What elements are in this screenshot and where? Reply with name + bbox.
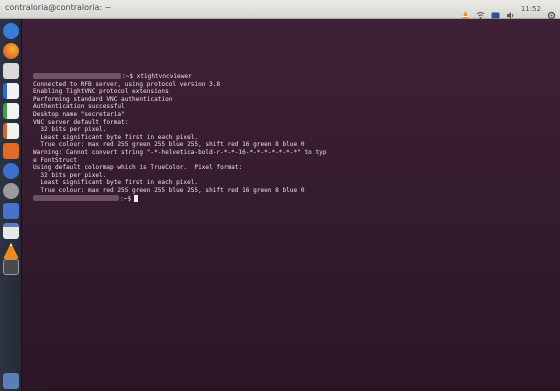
window-bottom-edge	[44, 387, 560, 391]
help-icon[interactable]	[3, 163, 19, 179]
output-line: e FontStruct	[33, 156, 78, 164]
output-line: Least significant byte first in each pix…	[33, 133, 199, 141]
keyboard-icon[interactable]	[491, 5, 500, 18]
output-line: Enabling TightVNC protocol extensions	[33, 88, 169, 96]
output-line: Desktop name "secretaria"	[33, 110, 125, 118]
text-editor-icon[interactable]	[3, 223, 19, 239]
redacted-prompt	[33, 73, 121, 79]
vlc-icon[interactable]	[461, 5, 470, 19]
output-line: Using default colormap which is TrueColo…	[33, 164, 243, 172]
calc-icon[interactable]	[3, 103, 19, 119]
command-line: :~$ xtightvncviewer	[122, 73, 192, 80]
firefox-icon[interactable]	[3, 43, 19, 59]
files-icon[interactable]	[3, 63, 19, 79]
text-cursor[interactable]	[134, 194, 139, 202]
launcher	[0, 19, 22, 391]
settings-icon[interactable]	[3, 183, 19, 199]
terminal-window[interactable]: :~$ xtightvncviewer Connected to RFB ser…	[22, 19, 560, 391]
terminal-output: :~$ xtightvncviewer Connected to RFB ser…	[33, 73, 327, 203]
top-panel: contraloria@contraloria: ~ 11:52	[0, 0, 560, 19]
output-line: 32 bits per pixel.	[33, 126, 107, 134]
output-line: 32 bits per pixel.	[33, 171, 107, 179]
gear-icon[interactable]	[547, 5, 556, 19]
system-tray: 11:52	[461, 2, 556, 19]
output-line: True colour: max red 255 green 255 blue …	[33, 141, 305, 149]
vlc-icon[interactable]	[3, 243, 19, 259]
current-prompt: :~$	[120, 195, 132, 202]
output-line: VNC server default format:	[33, 118, 129, 126]
volume-icon[interactable]	[506, 5, 515, 19]
terminal-icon[interactable]	[3, 259, 19, 275]
window-title: contraloria@contraloria: ~	[5, 3, 112, 12]
software-center-icon[interactable]	[3, 143, 19, 159]
output-line: Connected to RFB server, using protocol …	[33, 80, 221, 88]
output-line: True colour: max red 255 green 255 blue …	[33, 186, 305, 194]
search-icon[interactable]	[3, 23, 19, 39]
network-icon[interactable]	[476, 5, 485, 19]
output-line: Warning: Cannot convert string "-*-helve…	[33, 148, 327, 156]
output-line: Authentication successful	[33, 103, 125, 111]
clock[interactable]: 11:52	[521, 5, 541, 13]
writer-icon[interactable]	[3, 83, 19, 99]
output-line: Performing standard VNC authentication	[33, 95, 173, 103]
thunderbird-icon[interactable]	[3, 203, 19, 219]
trash-icon[interactable]	[3, 373, 19, 389]
redacted-prompt	[33, 195, 119, 201]
output-line: Least significant byte first in each pix…	[33, 179, 199, 187]
impress-icon[interactable]	[3, 123, 19, 139]
